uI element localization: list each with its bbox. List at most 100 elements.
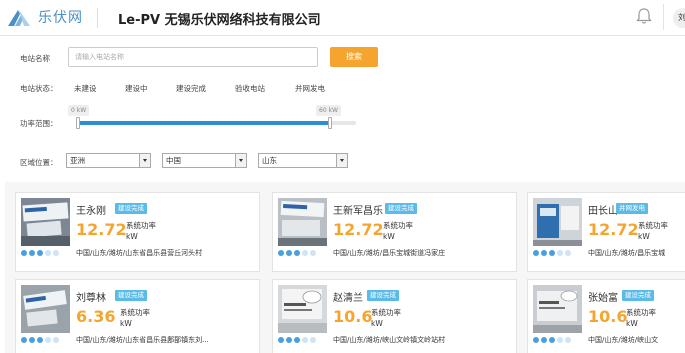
region-label: 区域位置： bbox=[20, 158, 58, 167]
station-photo bbox=[21, 198, 70, 246]
owner-name: 王永刚 bbox=[76, 206, 106, 217]
logo-text: 乐伏网 bbox=[38, 10, 83, 26]
chevron-down-icon bbox=[235, 154, 246, 167]
rating-dot bbox=[37, 337, 43, 343]
slider-range-fill bbox=[78, 121, 330, 125]
rating-dot bbox=[310, 337, 316, 343]
status-badge: 建设完成 bbox=[367, 290, 399, 301]
station-card[interactable]: 张始富 建设完成 10.6 系统功率 kW 中国/山东/潍坊/峡山文 bbox=[527, 279, 685, 353]
owner-name: 王新军昌乐 bbox=[333, 206, 383, 217]
rating-dot bbox=[286, 337, 292, 343]
station-card[interactable]: 田长山 并网发电 12.72 系统功率 kW 中国/山东/潍坊/昌乐宝城 bbox=[527, 192, 685, 272]
rating-dot bbox=[29, 250, 35, 256]
rating-dot bbox=[278, 337, 284, 343]
rating-dot bbox=[310, 250, 316, 256]
header-divider bbox=[97, 8, 98, 28]
status-option-grid-connected[interactable]: 并网发电 bbox=[295, 83, 325, 94]
power-range-label: 功率范围： bbox=[20, 119, 58, 128]
station-address: 中国/山东/潍坊/山东省昌乐县营丘河头村 bbox=[76, 249, 203, 257]
rating-dot bbox=[557, 250, 563, 256]
system-power-label: 系统功率 bbox=[638, 221, 668, 230]
power-unit: kW bbox=[120, 319, 132, 328]
station-card[interactable]: 王永刚 建设完成 12.72 系统功率 kW 中国/山东/潍坊/山东省昌乐县营丘… bbox=[15, 192, 260, 272]
rating-dots bbox=[533, 337, 571, 343]
rating-dot bbox=[533, 250, 539, 256]
status-badge: 建设完成 bbox=[622, 290, 654, 301]
status-option-building[interactable]: 建设中 bbox=[125, 83, 148, 94]
system-power-value: 6.36 bbox=[76, 307, 116, 326]
rating-dots bbox=[21, 337, 59, 343]
top-header: 乐伏网 Le-PV 无锡乐伏网络科技有限公司 刘 bbox=[0, 0, 685, 36]
rating-dots bbox=[278, 337, 316, 343]
station-address: 中国/山东/潍坊/峡山文 bbox=[588, 336, 659, 344]
rating-dot bbox=[278, 250, 284, 256]
slider-max-handle[interactable] bbox=[328, 117, 332, 129]
station-card[interactable]: 刘尊林 建设完成 6.36 系统功率 kW 中国/山东/潍坊/山东省昌乐县鄌郚镇… bbox=[15, 279, 260, 353]
system-power-value: 12.72 bbox=[588, 220, 639, 239]
rating-dot bbox=[549, 250, 555, 256]
station-status-label: 电站状态： bbox=[20, 84, 58, 93]
user-avatar[interactable]: 刘 bbox=[673, 8, 685, 28]
rating-dot bbox=[565, 337, 571, 343]
rating-dots bbox=[21, 250, 59, 256]
rating-dot bbox=[53, 337, 59, 343]
continent-select[interactable]: 亚洲 bbox=[66, 153, 151, 168]
status-option-not-built[interactable]: 未建设 bbox=[74, 83, 97, 94]
rating-dot bbox=[549, 337, 555, 343]
status-badge: 建设完成 bbox=[115, 203, 147, 214]
status-option-built[interactable]: 建设完成 bbox=[176, 83, 206, 94]
rating-dot bbox=[29, 337, 35, 343]
station-name-input[interactable] bbox=[68, 47, 318, 67]
system-power-value: 10.6 bbox=[333, 307, 373, 326]
power-range-slider[interactable]: 0 kW 60 kW bbox=[68, 105, 358, 135]
system-power-label: 系统功率 bbox=[371, 308, 401, 317]
power-unit: kW bbox=[383, 232, 395, 241]
province-select[interactable]: 山东 bbox=[258, 153, 348, 168]
country-select[interactable]: 中国 bbox=[162, 153, 247, 168]
rating-dot bbox=[53, 250, 59, 256]
owner-name: 张始富 bbox=[588, 293, 618, 304]
station-list: 王永刚 建设完成 12.72 系统功率 kW 中国/山东/潍坊/山东省昌乐县营丘… bbox=[5, 182, 685, 353]
rating-dot bbox=[541, 250, 547, 256]
max-value-tooltip: 60 kW bbox=[316, 105, 341, 116]
search-button[interactable]: 搜索 bbox=[330, 47, 378, 67]
continent-value: 亚洲 bbox=[70, 156, 85, 165]
rating-dot bbox=[533, 337, 539, 343]
station-address: 中国/山东/潍坊/山东省昌乐县鄌郚镇东刘... bbox=[76, 336, 209, 344]
bell-icon[interactable] bbox=[634, 6, 654, 26]
owner-name: 赵清兰 bbox=[333, 293, 363, 304]
power-unit: kW bbox=[126, 232, 138, 241]
system-power-label: 系统功率 bbox=[383, 221, 413, 230]
station-photo bbox=[278, 198, 327, 246]
rating-dot bbox=[302, 337, 308, 343]
station-card[interactable]: 赵清兰 建设完成 10.6 系统功率 kW 中国/山东/潍坊/峡山文岭镇文岭站村 bbox=[272, 279, 517, 353]
logo-icon bbox=[8, 10, 30, 26]
rating-dot bbox=[45, 337, 51, 343]
system-power-label: 系统功率 bbox=[120, 308, 150, 317]
station-address: 中国/山东/潍坊/昌乐宝城 bbox=[588, 249, 666, 257]
station-address: 中国/山东/潍坊/昌乐宝城街道冯家庄 bbox=[333, 249, 446, 257]
status-badge: 建设完成 bbox=[115, 290, 147, 301]
station-card[interactable]: 王新军昌乐 建设完成 12.72 系统功率 kW 中国/山东/潍坊/昌乐宝城街道… bbox=[272, 192, 517, 272]
rating-dots bbox=[278, 250, 316, 256]
system-power-value: 12.72 bbox=[76, 220, 127, 239]
chevron-down-icon bbox=[336, 154, 347, 167]
station-address: 中国/山东/潍坊/峡山文岭镇文岭站村 bbox=[333, 336, 446, 344]
site-logo[interactable]: 乐伏网 bbox=[6, 6, 83, 28]
power-unit: kW bbox=[638, 232, 650, 241]
rating-dot bbox=[294, 337, 300, 343]
station-photo bbox=[278, 285, 327, 333]
status-badge: 并网发电 bbox=[616, 203, 648, 214]
rating-dot bbox=[294, 250, 300, 256]
slider-min-handle[interactable] bbox=[76, 117, 80, 129]
station-photo bbox=[21, 285, 70, 333]
chevron-down-icon bbox=[139, 154, 150, 167]
owner-name: 刘尊林 bbox=[76, 293, 106, 304]
system-power-label: 系统功率 bbox=[626, 308, 656, 317]
rating-dot bbox=[557, 337, 563, 343]
status-badge: 建设完成 bbox=[385, 203, 417, 214]
system-power-label: 系统功率 bbox=[126, 221, 156, 230]
station-photo bbox=[533, 198, 582, 246]
status-option-accepted[interactable]: 验收电站 bbox=[235, 83, 265, 94]
system-power-value: 10.6 bbox=[588, 307, 628, 326]
